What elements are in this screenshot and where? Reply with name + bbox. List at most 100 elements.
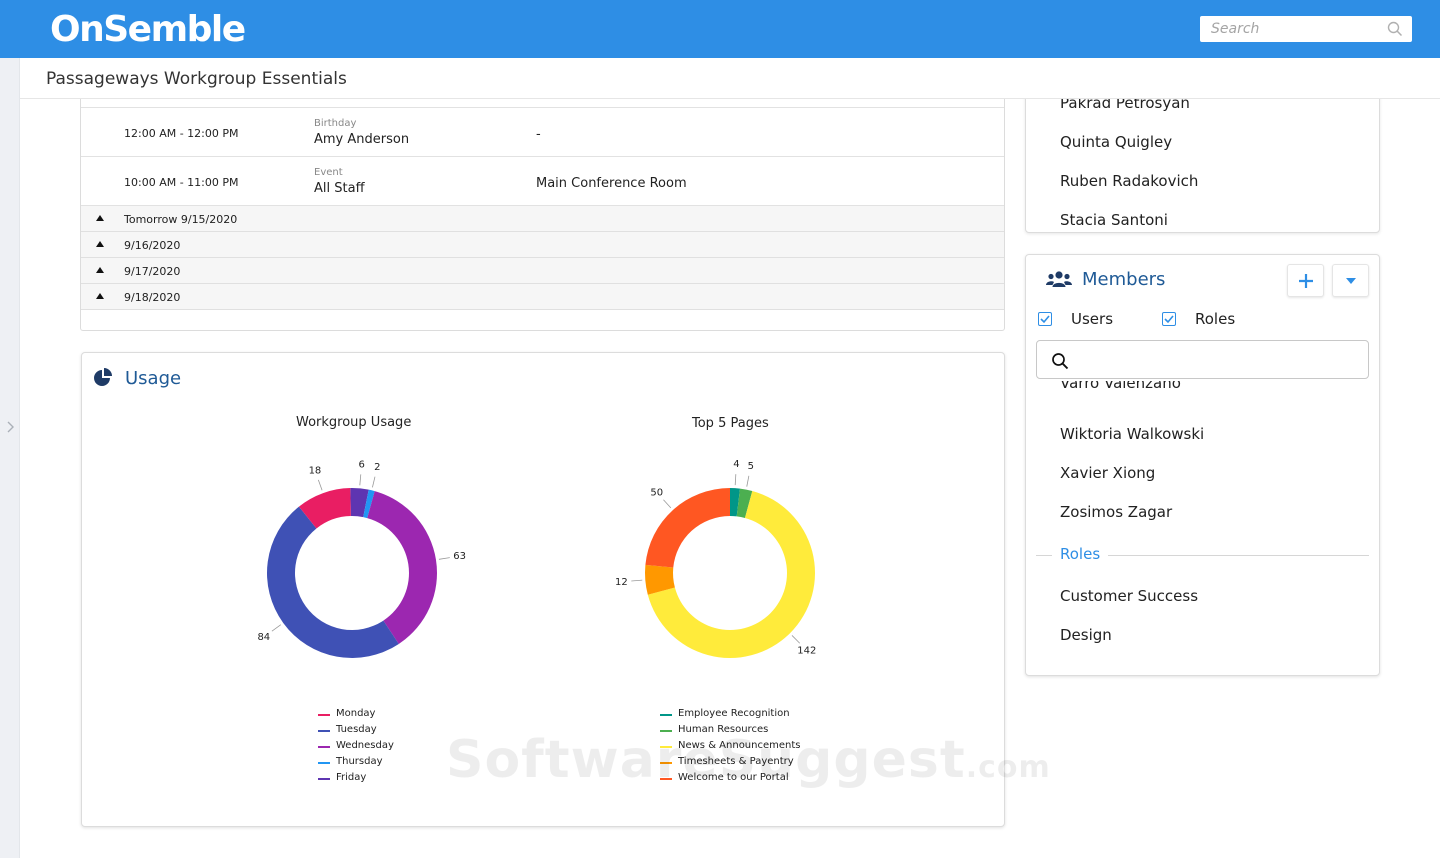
legend-label: Thursday bbox=[336, 756, 383, 767]
watermark-suffix: .com bbox=[965, 750, 1051, 785]
list-item[interactable]: Stacia Santoni bbox=[1060, 211, 1168, 229]
legend-swatch bbox=[318, 778, 330, 780]
data-label: 50 bbox=[650, 487, 663, 498]
leader-line bbox=[734, 474, 737, 486]
search-icon bbox=[1052, 353, 1069, 370]
data-label: 6 bbox=[358, 459, 364, 470]
checkmark-icon bbox=[1164, 315, 1174, 324]
plus-icon bbox=[1299, 274, 1313, 288]
calendar-event-row[interactable]: 10:00 AM - 11:00 PM Event All Staff Main… bbox=[81, 157, 1004, 206]
leader-line bbox=[663, 499, 672, 509]
event-time: 10:00 AM - 11:00 PM bbox=[124, 176, 239, 189]
leader-line bbox=[746, 475, 750, 487]
leader-line bbox=[359, 474, 362, 486]
calendar-day-row[interactable]: 9/16/2020 bbox=[81, 232, 1004, 258]
event-location: - bbox=[536, 127, 541, 142]
legend-swatch bbox=[318, 730, 330, 732]
data-label: 84 bbox=[257, 632, 270, 643]
add-member-button[interactable] bbox=[1287, 264, 1324, 297]
data-label: 2 bbox=[374, 462, 380, 473]
role-item[interactable]: Customer Success bbox=[1060, 587, 1198, 605]
members-list: Varro Valenzano Wiktoria Walkowski Xavie… bbox=[1026, 381, 1379, 675]
event-name: All Staff bbox=[314, 181, 365, 196]
data-label: 142 bbox=[797, 645, 816, 656]
chart-title-workgroup-usage: Workgroup Usage bbox=[296, 415, 412, 430]
legend-label: Monday bbox=[336, 708, 376, 719]
caret-up-icon[interactable] bbox=[96, 267, 104, 273]
caret-up-icon[interactable] bbox=[96, 241, 104, 247]
calendar-card: 12:00 AM - 12:00 PM Birthday Amy Anderso… bbox=[80, 80, 1005, 331]
calendar-day-row[interactable]: 9/18/2020 bbox=[81, 284, 1004, 310]
role-item[interactable]: Design bbox=[1060, 626, 1112, 644]
data-label: 5 bbox=[748, 461, 754, 472]
donut-slice-welcome-to-our-portal[interactable] bbox=[645, 488, 730, 568]
members-card: Members Users Roles Varro Valenzano Wikt… bbox=[1025, 254, 1380, 676]
people-list-card: Pakrad Petrosyan Quinta Quigley Ruben Ra… bbox=[1025, 80, 1380, 233]
event-time: 12:00 AM - 12:00 PM bbox=[124, 127, 239, 140]
calendar-day-row[interactable]: Tomorrow 9/15/2020 bbox=[81, 206, 1004, 232]
top-bar: OnSemble bbox=[0, 0, 1440, 58]
left-sidebar-collapsed[interactable] bbox=[0, 58, 20, 858]
data-label: 18 bbox=[309, 465, 322, 476]
chevron-right-icon[interactable] bbox=[4, 420, 16, 434]
global-search bbox=[1200, 16, 1412, 42]
roles-checkbox[interactable] bbox=[1162, 312, 1176, 326]
data-label: 12 bbox=[615, 577, 628, 588]
legend-label: Tuesday bbox=[336, 724, 377, 735]
calendar-day-row[interactable]: 9/17/2020 bbox=[81, 258, 1004, 284]
members-dropdown-button[interactable] bbox=[1332, 264, 1369, 297]
pie-chart-icon bbox=[94, 368, 112, 386]
list-item[interactable]: Quinta Quigley bbox=[1060, 133, 1172, 151]
legend-swatch bbox=[318, 746, 330, 748]
page-header: Passageways Workgroup Essentials bbox=[20, 58, 1440, 99]
page-title: Passageways Workgroup Essentials bbox=[46, 69, 347, 89]
member-search-box bbox=[1036, 340, 1369, 379]
caret-up-icon[interactable] bbox=[96, 293, 104, 299]
legend-swatch bbox=[660, 714, 672, 716]
search-input[interactable] bbox=[1200, 16, 1382, 42]
member-item[interactable]: Wiktoria Walkowski bbox=[1060, 425, 1204, 443]
usage-title: Usage bbox=[125, 368, 182, 389]
member-search-input[interactable] bbox=[1079, 341, 1364, 378]
data-label: 63 bbox=[453, 551, 466, 562]
leader-line bbox=[438, 557, 450, 560]
chart-title-top-pages: Top 5 Pages bbox=[692, 416, 769, 431]
leader-line bbox=[372, 476, 376, 488]
users-checkbox-label[interactable]: Users bbox=[1071, 310, 1113, 328]
checkmark-icon bbox=[1040, 315, 1050, 324]
users-checkbox[interactable] bbox=[1038, 312, 1052, 326]
workgroup-usage-donut: 6 2 63 84 18 bbox=[257, 459, 466, 658]
day-label: Tomorrow 9/15/2020 bbox=[124, 213, 238, 226]
leader-line bbox=[791, 635, 801, 644]
event-type: Event bbox=[314, 167, 343, 178]
top-pages-donut: 4 5 142 12 50 bbox=[615, 459, 816, 658]
app-logo[interactable]: OnSemble bbox=[50, 9, 246, 50]
event-type: Birthday bbox=[314, 118, 357, 129]
watermark-main: SoftwareSuggest bbox=[446, 730, 966, 790]
leader-line bbox=[317, 479, 323, 491]
member-item[interactable]: Xavier Xiong bbox=[1060, 464, 1155, 482]
donut-slice-wednesday[interactable] bbox=[367, 491, 437, 644]
event-location: Main Conference Room bbox=[536, 176, 687, 191]
day-label: 9/16/2020 bbox=[124, 239, 181, 252]
members-title: Members bbox=[1082, 269, 1166, 290]
calendar-event-row[interactable]: 12:00 AM - 12:00 PM Birthday Amy Anderso… bbox=[81, 108, 1004, 157]
search-icon[interactable] bbox=[1387, 21, 1403, 37]
day-label: 9/18/2020 bbox=[124, 291, 181, 304]
data-label: 4 bbox=[733, 459, 739, 470]
member-item[interactable]: Zosimos Zagar bbox=[1060, 503, 1172, 521]
caret-up-icon[interactable] bbox=[96, 215, 104, 221]
legend-label: Wednesday bbox=[336, 740, 394, 751]
caret-down-icon bbox=[1346, 278, 1356, 284]
roles-checkbox-label[interactable]: Roles bbox=[1195, 310, 1235, 328]
watermark: SoftwareSuggest.com bbox=[446, 730, 1051, 790]
event-name: Amy Anderson bbox=[314, 132, 410, 147]
legend-label: Employee Recognition bbox=[678, 708, 790, 719]
legend-swatch bbox=[318, 714, 330, 716]
roles-heading: Roles bbox=[1052, 545, 1109, 563]
donut-slice-tuesday[interactable] bbox=[267, 506, 399, 658]
member-item[interactable]: Varro Valenzano bbox=[1060, 381, 1181, 392]
day-label: 9/17/2020 bbox=[124, 265, 181, 278]
legend-label: Friday bbox=[336, 772, 367, 783]
list-item[interactable]: Ruben Radakovich bbox=[1060, 172, 1198, 190]
